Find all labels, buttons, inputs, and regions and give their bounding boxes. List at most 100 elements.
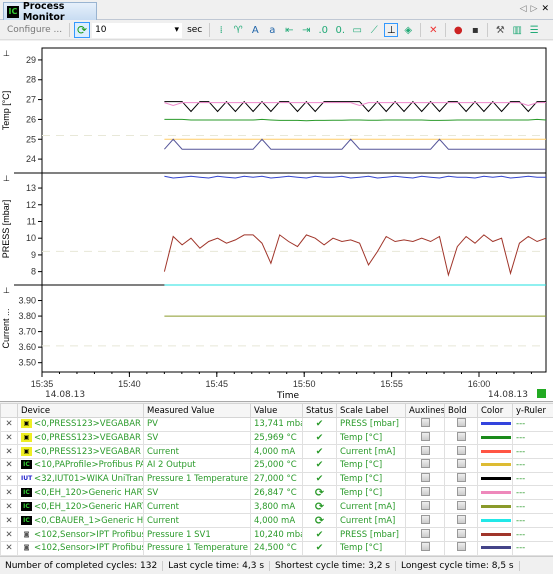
table-row[interactable]: ✕ ▣<0,PRESS123>VEGABAR 6 PV 13,741 mbar … [0, 417, 553, 432]
column-header[interactable]: Scale Label [336, 403, 406, 418]
column-header[interactable]: Value [250, 403, 303, 418]
scale-label-cell[interactable]: Temp [°C] [336, 458, 406, 473]
color-swatch[interactable] [481, 546, 511, 550]
bold-checkbox[interactable] [456, 542, 466, 552]
scale-label-cell[interactable]: PRESS [mbar] [336, 417, 406, 432]
remove-row-icon[interactable]: ✕ [0, 499, 18, 515]
scale-label-cell[interactable]: Temp [°C] [336, 541, 406, 556]
bold-checkbox[interactable] [456, 445, 466, 455]
scale-label-cell[interactable]: Current [mA] [336, 444, 406, 460]
color-swatch[interactable] [481, 504, 511, 508]
color-swatch[interactable] [481, 532, 511, 536]
table-row[interactable]: ✕ ▣ <0,PRESS123>VEGABAR 6 SV 25,969 °C ✔ … [0, 430, 553, 446]
marker-icon[interactable]: ♈ [231, 23, 245, 37]
pin-icon[interactable]: ⊥ [384, 23, 399, 37]
go-end-icon[interactable]: ⇥ [299, 23, 313, 37]
bold-checkbox[interactable] [456, 473, 466, 483]
record-icon[interactable]: ● [451, 23, 465, 37]
y-ruler-cell[interactable]: --- [512, 458, 553, 473]
folder-icon[interactable]: ▭ [350, 23, 364, 37]
auxlines-checkbox[interactable] [420, 445, 430, 455]
column-header[interactable]: Color [477, 403, 513, 418]
book-icon[interactable]: ▥ [510, 23, 524, 37]
go-start-icon[interactable]: ⇤ [282, 23, 296, 37]
scale-label-cell[interactable]: Temp [°C] [336, 485, 406, 501]
column-header[interactable]: y-Ruler [512, 403, 553, 418]
scroll-right-icon[interactable]: ▷ [531, 4, 538, 14]
pin-icon[interactable]: ⊥ [3, 286, 10, 295]
remove-row-icon[interactable]: ✕ [0, 458, 18, 473]
y-ruler-cell[interactable]: --- [512, 471, 553, 487]
y-ruler-cell[interactable]: --- [512, 430, 553, 446]
y-ruler-cell[interactable]: --- [512, 485, 553, 501]
bold-checkbox[interactable] [456, 432, 466, 442]
y-ruler-cell[interactable]: --- [512, 499, 553, 515]
notes-icon[interactable]: ☰ [527, 23, 541, 37]
auxlines-checkbox[interactable] [420, 473, 430, 483]
scale-label-cell[interactable]: PRESS [mbar] [336, 527, 406, 543]
color-swatch[interactable] [481, 518, 511, 522]
pin-icon[interactable]: ⊥ [3, 49, 10, 58]
close-icon[interactable]: ✕ [541, 4, 549, 14]
remove-row-icon[interactable]: ✕ [0, 485, 18, 501]
y-ruler-cell[interactable]: --- [512, 541, 553, 556]
pin-icon[interactable]: ⊥ [3, 174, 10, 183]
scale-label-cell[interactable]: Current [mA] [336, 499, 406, 515]
bold-checkbox[interactable] [456, 500, 466, 510]
table-row[interactable]: ✕ IUT <32,IUT01>WIKA UniTrans Pressure 1 … [0, 471, 553, 487]
scale-label-cell[interactable]: Current [mA] [336, 513, 406, 529]
interval-select[interactable]: 10 ▾ [92, 22, 183, 38]
auxlines-checkbox[interactable] [420, 528, 430, 538]
remove-row-icon[interactable]: ✕ [0, 471, 18, 487]
y-ruler-cell[interactable]: --- [512, 513, 553, 529]
column-header[interactable] [0, 403, 18, 418]
save-icon[interactable]: ▪ [468, 23, 482, 37]
ruler-icon[interactable]: ⟋ [367, 23, 381, 37]
auxlines-checkbox[interactable] [420, 500, 430, 510]
auxlines-checkbox[interactable] [420, 542, 430, 552]
shapes-icon[interactable]: ◈ [401, 23, 415, 37]
scale-label-cell[interactable]: Temp [°C] [336, 471, 406, 487]
auxlines-checkbox[interactable] [420, 459, 430, 469]
color-swatch[interactable] [481, 477, 511, 481]
axis-icon[interactable]: ⁞ [214, 23, 228, 37]
table-row[interactable]: ✕ ▣ <0,PRESS123>VEGABAR 6 Current 4,000 m… [0, 444, 553, 460]
configure-button[interactable]: Configure ... [4, 25, 65, 35]
decimal-less-icon[interactable]: 0. [333, 23, 347, 37]
bold-checkbox[interactable] [456, 528, 466, 538]
tab-process-monitor[interactable]: IC Process Monitor [3, 1, 97, 23]
refresh-toggle-icon[interactable]: ⟳ [74, 22, 91, 38]
go-live-icon[interactable] [537, 389, 546, 398]
font-a-small-icon[interactable]: a [265, 23, 279, 37]
auxlines-checkbox[interactable] [420, 418, 430, 428]
color-swatch[interactable] [481, 436, 511, 440]
bold-checkbox[interactable] [456, 514, 466, 524]
scale-label-cell[interactable]: Temp [°C] [336, 430, 406, 446]
auxlines-checkbox[interactable] [420, 514, 430, 524]
color-swatch[interactable] [481, 422, 511, 426]
font-a-icon[interactable]: A [248, 23, 262, 37]
wrench-icon[interactable]: ⚒ [493, 23, 507, 37]
color-swatch[interactable] [481, 490, 511, 494]
bold-checkbox[interactable] [456, 418, 466, 428]
remove-row-icon[interactable]: ✕ [0, 444, 18, 460]
color-swatch[interactable] [481, 463, 511, 467]
remove-row-icon[interactable]: ✕ [0, 527, 18, 543]
table-row[interactable]: ✕ IC <0,EH_120>Generic HART Current 3,800… [0, 499, 553, 515]
column-header[interactable]: Auxlines [405, 403, 445, 418]
remove-row-icon[interactable]: ✕ [0, 513, 18, 529]
auxlines-checkbox[interactable] [420, 486, 430, 496]
column-header[interactable]: Measured Value [143, 403, 251, 418]
decimal-more-icon[interactable]: .0 [316, 23, 330, 37]
y-ruler-cell[interactable]: --- [512, 527, 553, 543]
color-swatch[interactable] [481, 449, 511, 453]
y-ruler-cell[interactable]: --- [512, 444, 553, 460]
table-row[interactable]: ✕ ◙ <102,Sensor>IPT Profibus Pressure 1 T… [0, 541, 553, 556]
auxlines-checkbox[interactable] [420, 432, 430, 442]
remove-row-icon[interactable]: ✕ [0, 430, 18, 446]
table-row[interactable]: ✕ IC <0,CBAUER_1>Generic HA Current 4,000… [0, 513, 553, 529]
table-row[interactable]: ✕ ◙ <102,Sensor>IPT Profibus Pressure 1 S… [0, 527, 553, 543]
column-header[interactable]: Device [17, 403, 144, 418]
bold-checkbox[interactable] [456, 486, 466, 496]
remove-row-icon[interactable]: ✕ [0, 417, 18, 432]
